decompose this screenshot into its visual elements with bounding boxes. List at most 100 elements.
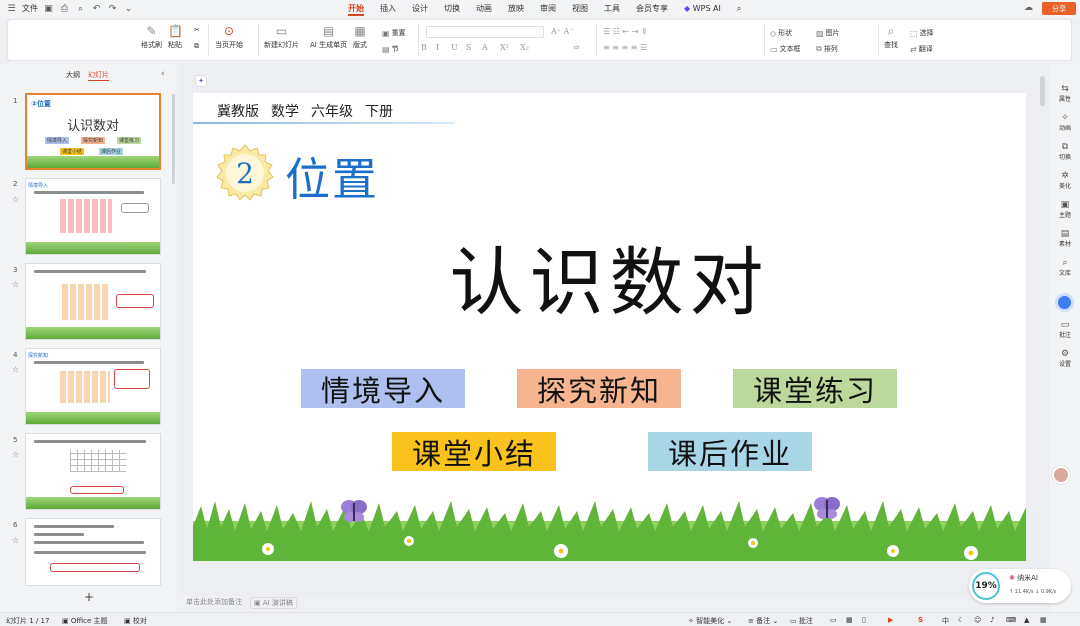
collapse-icon[interactable]: ‹ (161, 69, 165, 79)
slide-thumb-3[interactable] (25, 263, 161, 340)
ai-assistant-icon[interactable] (1055, 293, 1074, 312)
tab-tools[interactable]: 工具 (596, 0, 628, 17)
reset-button[interactable]: ▣ 重置 (382, 28, 406, 38)
new-slide-button[interactable]: ▭ 新建幻灯片 (264, 24, 299, 50)
tab-animation[interactable]: 动画 (468, 0, 500, 17)
current-slide[interactable]: 冀教版 数学 六年级 下册 2 位置 认识数对 情境导入 探究新知 课堂练习 课… (193, 93, 1026, 561)
sidebar-item-transition[interactable]: ⧉ 切换 (1050, 142, 1080, 161)
star-icon[interactable]: ☆ (12, 450, 19, 459)
play-current-button[interactable]: ⊙ 当页开始 (215, 24, 243, 50)
panel-scrollbar[interactable] (172, 94, 175, 184)
print-icon[interactable]: ⎙ (59, 3, 70, 14)
notes-toggle[interactable]: ≡ 备注 ⌄ (748, 616, 778, 626)
sidebar-item-beautify[interactable]: ✲ 美化 (1050, 171, 1080, 190)
star-icon[interactable]: ☆ (12, 536, 19, 545)
add-slide-icon[interactable]: + (84, 590, 94, 604)
star-icon[interactable]: ☆ (12, 280, 19, 289)
sidebar-item-animation[interactable]: ✧ 动画 (1050, 113, 1080, 132)
smart-beautify-button[interactable]: ✧ 智能美化 ⌄ (688, 616, 732, 626)
slide-thumb-5[interactable] (25, 433, 161, 510)
subscript-button[interactable]: X₂ (520, 43, 529, 52)
save-icon[interactable]: ▣ (43, 3, 54, 14)
section-intro[interactable]: 情境导入 (301, 369, 465, 408)
font-grow-button[interactable]: A⁺ A⁻ (551, 27, 574, 36)
sidebar-item-comments[interactable]: ▭ 批注 (1050, 320, 1080, 339)
superscript-button[interactable]: X² (500, 43, 509, 52)
tab-review[interactable]: 审阅 (532, 0, 564, 17)
slide-thumb-6[interactable] (25, 518, 161, 586)
ai-notes-button[interactable]: ▣ AI 演讲稿 (250, 597, 297, 609)
section-homework[interactable]: 课后作业 (648, 432, 812, 471)
menu-icon[interactable]: ☰ (6, 3, 17, 14)
slide-thumb-4[interactable]: 探究新知 (25, 348, 161, 425)
mic-icon[interactable]: ♪ (990, 616, 994, 624)
sidebar-item-settings[interactable]: ⚙ 设置 (1050, 349, 1080, 368)
undo-icon[interactable]: ↶ (91, 3, 102, 14)
sidebar-item-theme[interactable]: ▣ 主题 (1050, 200, 1080, 219)
section-explore[interactable]: 探究新知 (517, 369, 681, 408)
smile-icon[interactable]: ☺ (974, 616, 981, 624)
find-button[interactable]: ⌕ 查找 (884, 24, 898, 50)
underline-button[interactable]: U (451, 43, 458, 52)
tab-member[interactable]: 会员专享 (628, 0, 676, 17)
grid-icon[interactable]: ▦ (1040, 616, 1047, 624)
select-button[interactable]: ⬚ 选择 (910, 28, 934, 38)
star-icon[interactable]: ☆ (12, 365, 19, 374)
tab-slides[interactable]: 幻灯片 (88, 70, 109, 81)
sidebar-item-library[interactable]: ⌕ 文库 (1050, 258, 1080, 277)
shirt-icon[interactable]: ▲ (1024, 616, 1029, 624)
tab-slideshow[interactable]: 放映 (500, 0, 532, 17)
shape-button[interactable]: ◇ 形状 (770, 28, 792, 38)
italic-button[interactable]: I (436, 43, 439, 52)
slideshow-icon[interactable]: ▶ (888, 616, 893, 624)
notes-placeholder[interactable]: 单击此处添加备注 (186, 597, 242, 609)
avatar[interactable] (1052, 466, 1070, 484)
format-painter-button[interactable]: ✎ 格式刷 (141, 24, 162, 50)
keyboard-icon[interactable]: ⌨ (1006, 616, 1016, 624)
tab-insert[interactable]: 插入 (372, 0, 404, 17)
arrange-button[interactable]: ⧉ 排列 (816, 44, 838, 54)
copy-icon[interactable]: ⧉ (194, 42, 199, 51)
bold-button[interactable]: B (421, 43, 427, 52)
tab-home[interactable]: 开始 (340, 0, 372, 17)
theme-name[interactable]: ▣ Office 主题 (62, 616, 108, 626)
section-button[interactable]: ▤ 节 (382, 44, 399, 54)
preview-icon[interactable]: ⌕ (75, 3, 86, 14)
more-icon[interactable]: ⌄ (123, 3, 134, 14)
list-buttons[interactable]: ☰ ☷ ⇤ ⇥ ⇕ (603, 27, 648, 36)
ime-mode[interactable]: 中 (942, 616, 949, 626)
layout-button[interactable]: ▦ 版式 (353, 24, 367, 50)
share-button[interactable]: 分享 (1042, 2, 1076, 15)
tab-view[interactable]: 视图 (564, 0, 596, 17)
redo-icon[interactable]: ↷ (107, 3, 118, 14)
strike-button[interactable]: S (466, 43, 471, 52)
tab-wps-ai[interactable]: ◆ WPS AI (676, 0, 729, 17)
reading-view-icon[interactable]: ▯ (862, 616, 866, 624)
tab-outline[interactable]: 大纲 (66, 70, 80, 81)
sidebar-item-assets[interactable]: ▤ 素材 (1050, 229, 1080, 248)
canvas-scrollbar[interactable] (1040, 76, 1045, 106)
section-summary[interactable]: 课堂小结 (392, 432, 556, 471)
slide-thumb-1[interactable]: ②位置 认识数对 情境导入 探究新知 课堂练习 课堂小结 课后作业 (25, 93, 161, 170)
tab-design[interactable]: 设计 (404, 0, 436, 17)
search-icon[interactable]: ⌕ (729, 0, 749, 17)
paste-button[interactable]: 📋 粘贴 (168, 24, 183, 50)
sorter-view-icon[interactable]: ▦ (846, 616, 853, 624)
translate-button[interactable]: ⇄ 翻译 (910, 44, 933, 54)
proofing-button[interactable]: ▣ 校对 (124, 616, 147, 626)
moon-icon[interactable]: ☾ (958, 616, 964, 624)
ai-gen-slide-button[interactable]: ▤ AI 生成单页 (310, 24, 347, 50)
char-spacing-button[interactable]: ⇔ (573, 43, 580, 52)
cloud-icon[interactable]: ☁ (1024, 3, 1033, 13)
align-buttons[interactable]: ≡ ≡ ≡ ≡ ☰ (603, 43, 647, 52)
textbox-button[interactable]: ▭ 文本框 (770, 44, 801, 54)
slide-thumb-2[interactable]: 情境导入 (25, 178, 161, 255)
sidebar-item-properties[interactable]: ⇆ 属性 (1050, 84, 1080, 103)
ime-logo-icon[interactable]: S (918, 616, 923, 624)
file-menu[interactable]: 文件 (22, 3, 38, 14)
comments-toggle[interactable]: ▭ 批注 (790, 616, 813, 626)
star-icon[interactable]: ☆ (12, 195, 19, 204)
font-name-select[interactable] (426, 26, 544, 38)
font-color-button[interactable]: A (482, 43, 488, 52)
ai-monitor-widget[interactable]: 19% ✺ 纳米AI ↑ 11.4K/s ↓ 0.9K/s (969, 569, 1071, 603)
